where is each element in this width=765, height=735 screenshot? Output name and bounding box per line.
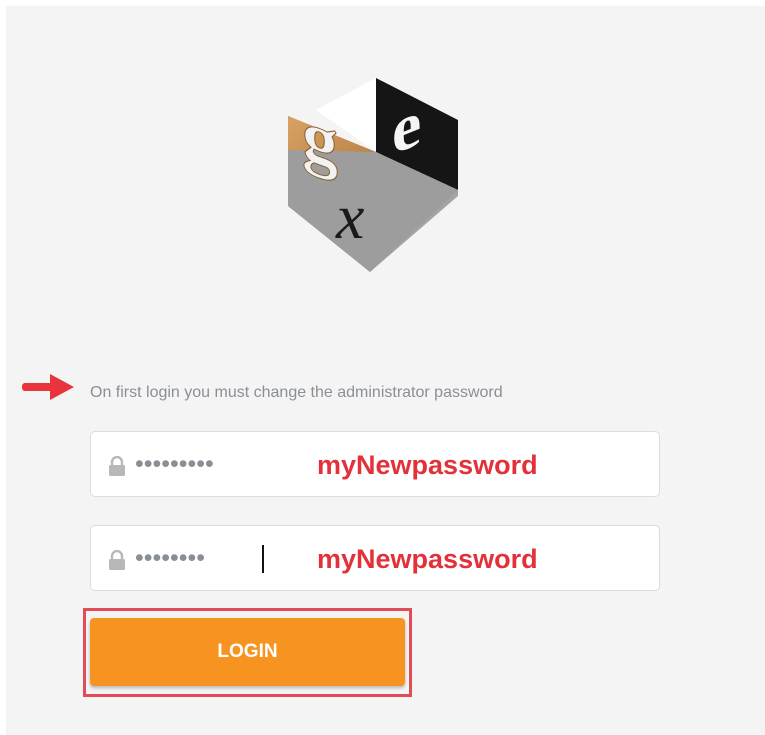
text-caret bbox=[262, 545, 264, 573]
confirm-password-field[interactable]: •••••••• myNewpassword bbox=[90, 525, 660, 591]
confirm-annotation: myNewpassword bbox=[317, 544, 538, 574]
logo-letter-x: x bbox=[335, 181, 364, 252]
annotation-arrow-icon bbox=[22, 374, 74, 400]
password-masked-value: ••••••••• bbox=[135, 450, 214, 478]
new-password-field[interactable]: ••••••••• myNewpassword bbox=[90, 431, 660, 497]
lock-icon bbox=[109, 456, 125, 476]
confirm-masked-value: •••••••• bbox=[135, 544, 206, 572]
logo-letter-e: e bbox=[392, 84, 421, 169]
logo-letter-g: g bbox=[302, 93, 338, 186]
password-annotation: myNewpassword bbox=[317, 450, 538, 480]
lock-icon bbox=[109, 550, 125, 570]
login-button[interactable]: LOGIN bbox=[90, 618, 405, 686]
gex-logo: g e x bbox=[288, 78, 458, 272]
first-login-notice: On first login you must change the admin… bbox=[90, 384, 503, 401]
